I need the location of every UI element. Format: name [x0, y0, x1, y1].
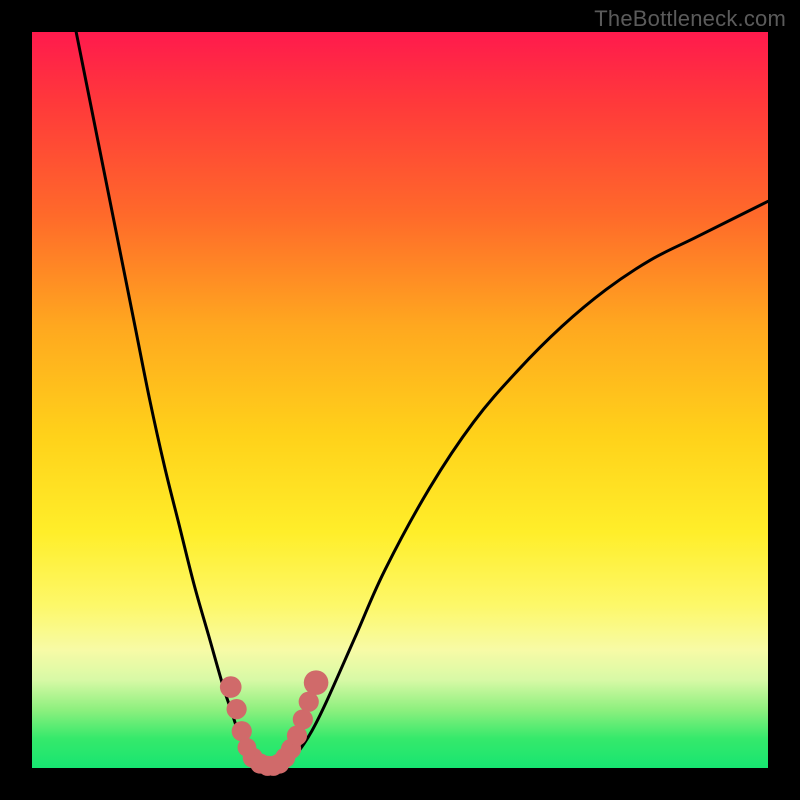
- marker-dot: [293, 709, 313, 729]
- marker-dot: [304, 670, 329, 695]
- watermark-text: TheBottleneck.com: [594, 6, 786, 32]
- curve-left-branch: [76, 32, 260, 768]
- chart-svg: [32, 32, 768, 768]
- marker-dot: [227, 699, 247, 719]
- plot-area: [32, 32, 768, 768]
- curve-right-branch: [282, 201, 768, 768]
- curve-layer: [76, 32, 768, 768]
- marker-dot: [220, 676, 242, 698]
- marker-layer: [220, 670, 329, 776]
- chart-frame: TheBottleneck.com: [0, 0, 800, 800]
